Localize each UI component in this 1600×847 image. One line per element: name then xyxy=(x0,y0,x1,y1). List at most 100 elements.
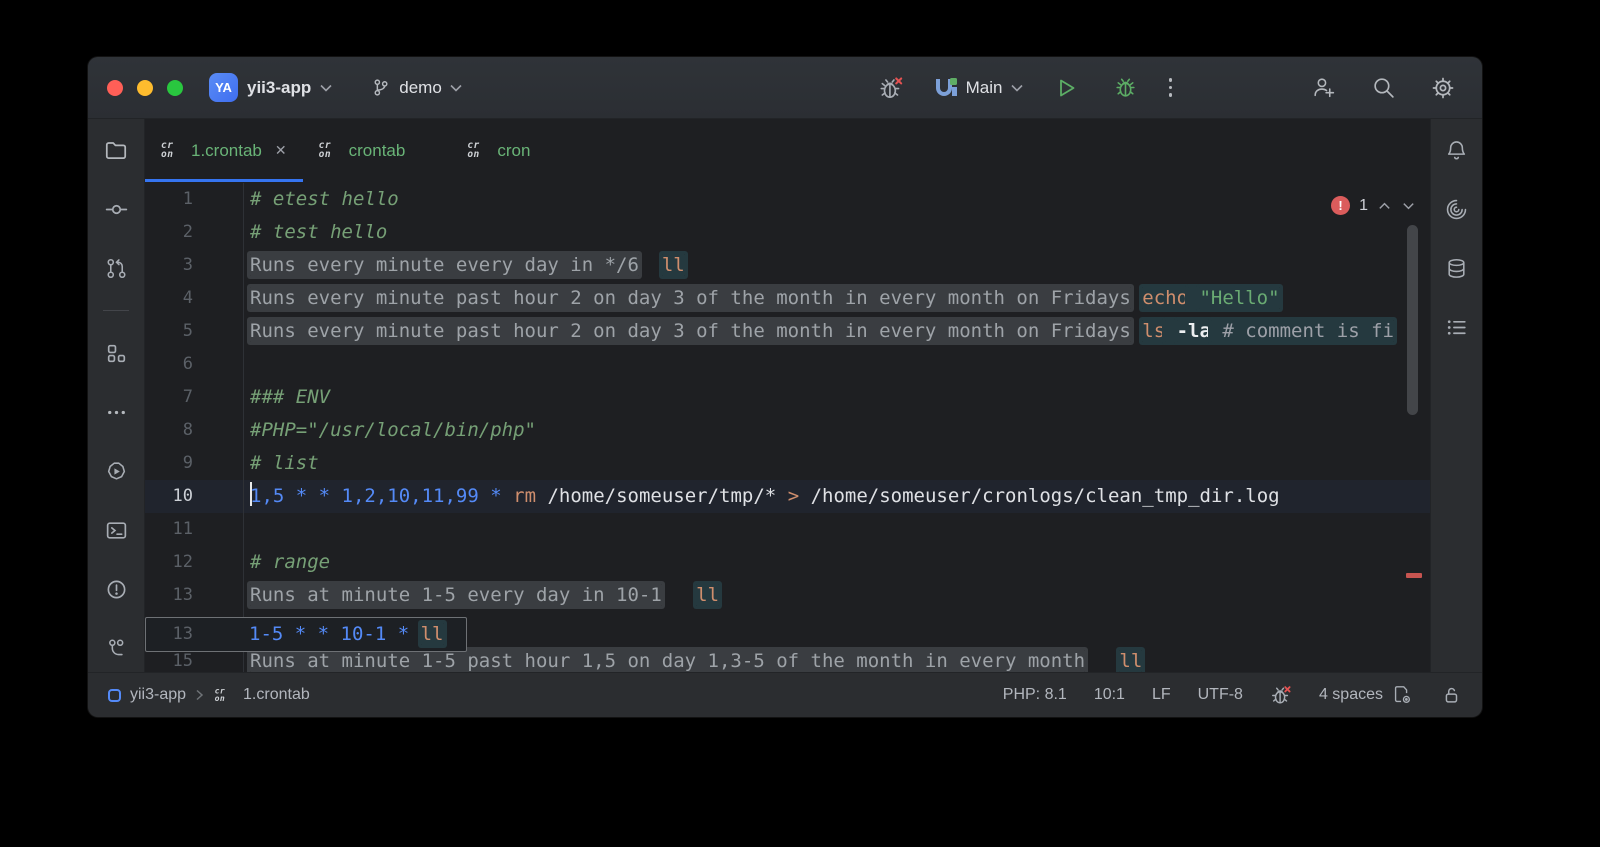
editor-line[interactable]: 7 ### ENV xyxy=(145,381,1430,414)
line-number: 10 xyxy=(145,480,243,513)
services-tool-window-button[interactable] xyxy=(99,454,133,488)
indent-widget[interactable]: 4 spaces xyxy=(1319,686,1383,704)
project-tool-window-button[interactable] xyxy=(99,133,133,167)
debugger-disconnected-icon[interactable] xyxy=(1270,684,1292,706)
git-branch-icon xyxy=(370,77,391,98)
code-token xyxy=(1085,650,1119,672)
code-token: Runs at minute 1-5 every day in 10-1 xyxy=(250,584,662,606)
editor-line[interactable]: 1# etest hello xyxy=(145,183,1430,216)
branch-name: demo xyxy=(399,78,442,98)
chevron-down-icon xyxy=(320,84,332,92)
window-controls xyxy=(107,80,183,96)
code-with-me-icon[interactable] xyxy=(1306,71,1340,105)
project-widget[interactable]: YA yii3-app xyxy=(209,73,332,102)
error-badge[interactable]: ! xyxy=(1331,196,1350,215)
editor-tab[interactable]: cron1.crontab✕ xyxy=(145,119,303,182)
editor-line[interactable]: 4Runs every minute past hour 2 on day 3 … xyxy=(145,282,1430,315)
todo-list-icon[interactable] xyxy=(1440,310,1474,344)
minimize-window-button[interactable] xyxy=(137,80,153,96)
code-token: /home/someuser/tmp/* xyxy=(536,485,788,507)
line-separator-widget[interactable]: LF xyxy=(1152,686,1171,704)
tab-label: crontab xyxy=(349,141,406,161)
editor-tab[interactable]: croncron xyxy=(451,119,576,182)
code-token: # list xyxy=(250,452,319,474)
ai-assistant-icon[interactable] xyxy=(1440,192,1474,226)
line-number: 9 xyxy=(145,447,243,480)
code-token xyxy=(409,623,420,645)
editor-line[interactable]: 6 xyxy=(145,348,1430,381)
breadcrumb-file[interactable]: 1.crontab xyxy=(243,686,310,704)
code-token: ll xyxy=(696,584,719,606)
line-number: 12 xyxy=(145,546,243,579)
editor-line[interactable]: 3Runs every minute every day in */6 ll xyxy=(145,249,1430,282)
file-settings-icon[interactable] xyxy=(1391,684,1413,706)
encoding-widget[interactable]: UTF-8 xyxy=(1198,686,1243,704)
editor-line[interactable]: 2# test hello xyxy=(145,216,1430,249)
php-version-widget[interactable]: PHP: 8.1 xyxy=(1003,686,1067,704)
line-number: 5 xyxy=(145,315,243,348)
editor-tab[interactable]: croncrontab xyxy=(303,119,452,182)
line-number: 7 xyxy=(145,381,243,414)
project-avatar: YA xyxy=(209,73,238,102)
debug-button[interactable] xyxy=(1109,71,1143,105)
close-tab-icon[interactable]: ✕ xyxy=(275,142,287,159)
debugger-disconnected-icon[interactable] xyxy=(874,71,908,105)
code-token: ### ENV xyxy=(250,386,330,408)
zoom-window-button[interactable] xyxy=(167,80,183,96)
editor[interactable]: 1# etest hello2# test hello3Runs every m… xyxy=(145,182,1430,672)
git-tool-window-button[interactable] xyxy=(99,631,133,665)
vcs-branch-widget[interactable]: demo xyxy=(370,77,462,98)
close-window-button[interactable] xyxy=(107,80,123,96)
right-tool-strip xyxy=(1430,119,1482,672)
editor-line[interactable]: 13Runs at minute 1-5 every day in 10-1 l… xyxy=(145,579,1430,612)
terminal-tool-window-button[interactable] xyxy=(99,513,133,547)
lock-icon[interactable] xyxy=(1440,684,1462,706)
structure-tool-window-button[interactable] xyxy=(99,336,133,370)
ide-window: YA yii3-app demo xyxy=(88,57,1482,717)
search-everywhere-icon[interactable] xyxy=(1366,71,1400,105)
line-code: Runs every minute every day in */6 ll xyxy=(243,249,1430,282)
editor-scrollbar[interactable] xyxy=(1407,225,1418,415)
editor-tab-bar: cron 1.crontab ✕ croncrontabcroncron xyxy=(145,119,1430,182)
more-actions-icon[interactable] xyxy=(1169,78,1173,97)
line-number: 13 xyxy=(145,579,243,612)
breadcrumb-project[interactable]: yii3-app xyxy=(130,686,186,704)
error-count: 1 xyxy=(1359,189,1368,222)
editor-line[interactable]: 101,5 * * 1,2,10,11,99 * rm /home/someus… xyxy=(145,480,1430,513)
crontab-file-icon: cron xyxy=(467,140,488,161)
problems-tool-window-button[interactable] xyxy=(99,572,133,606)
editor-line[interactable]: 9 # list xyxy=(145,447,1430,480)
line-number: 1 xyxy=(145,183,243,216)
editor-line[interactable]: 12# range xyxy=(145,546,1430,579)
next-error-icon[interactable] xyxy=(1401,200,1416,212)
code-token xyxy=(1188,287,1199,309)
line-number: 8 xyxy=(145,414,243,447)
prev-error-icon[interactable] xyxy=(1377,200,1392,212)
run-configuration-selector[interactable]: Main xyxy=(934,76,1023,100)
editor-line[interactable]: 8 #PHP="/usr/local/bin/php" xyxy=(145,414,1430,447)
strip-divider xyxy=(103,310,129,311)
code-token: #PHP="/usr/local/bin/php" xyxy=(250,419,536,441)
database-tool-window-button[interactable] xyxy=(1440,251,1474,285)
code-token: "Hello" xyxy=(1199,287,1279,309)
settings-gear-icon[interactable] xyxy=(1426,71,1460,105)
run-button[interactable] xyxy=(1049,71,1083,105)
editor-line[interactable]: 5Runs every minute past hour 2 on day 3 … xyxy=(145,315,1430,348)
error-stripe-mark[interactable] xyxy=(1406,573,1422,578)
tab-label: 1.crontab xyxy=(191,141,262,161)
line-code: 1,5 * * 1,2,10,11,99 * rm /home/someuser… xyxy=(243,480,1430,513)
line-code: Runs at minute 1-5 every day in 10-1 ll xyxy=(243,579,1430,612)
code-token: 1,5 * * 1,2,10,11,99 * xyxy=(250,485,502,507)
code-token: ll xyxy=(421,623,444,645)
vcs-update-icon[interactable] xyxy=(99,251,133,285)
code-token: Runs every minute every day in */6 xyxy=(250,254,639,276)
caret-position-widget[interactable]: 10:1 xyxy=(1094,686,1125,704)
line-number: 11 xyxy=(145,513,243,546)
editor-line[interactable]: 11 xyxy=(145,513,1430,546)
more-tool-windows-icon[interactable] xyxy=(99,395,133,429)
code-token: rm xyxy=(513,485,536,507)
notifications-bell-icon[interactable] xyxy=(1440,133,1474,167)
code-token xyxy=(1165,320,1176,342)
breadcrumb: yii3-app cron 1.crontab xyxy=(108,685,310,706)
commit-tool-window-button[interactable] xyxy=(99,192,133,226)
